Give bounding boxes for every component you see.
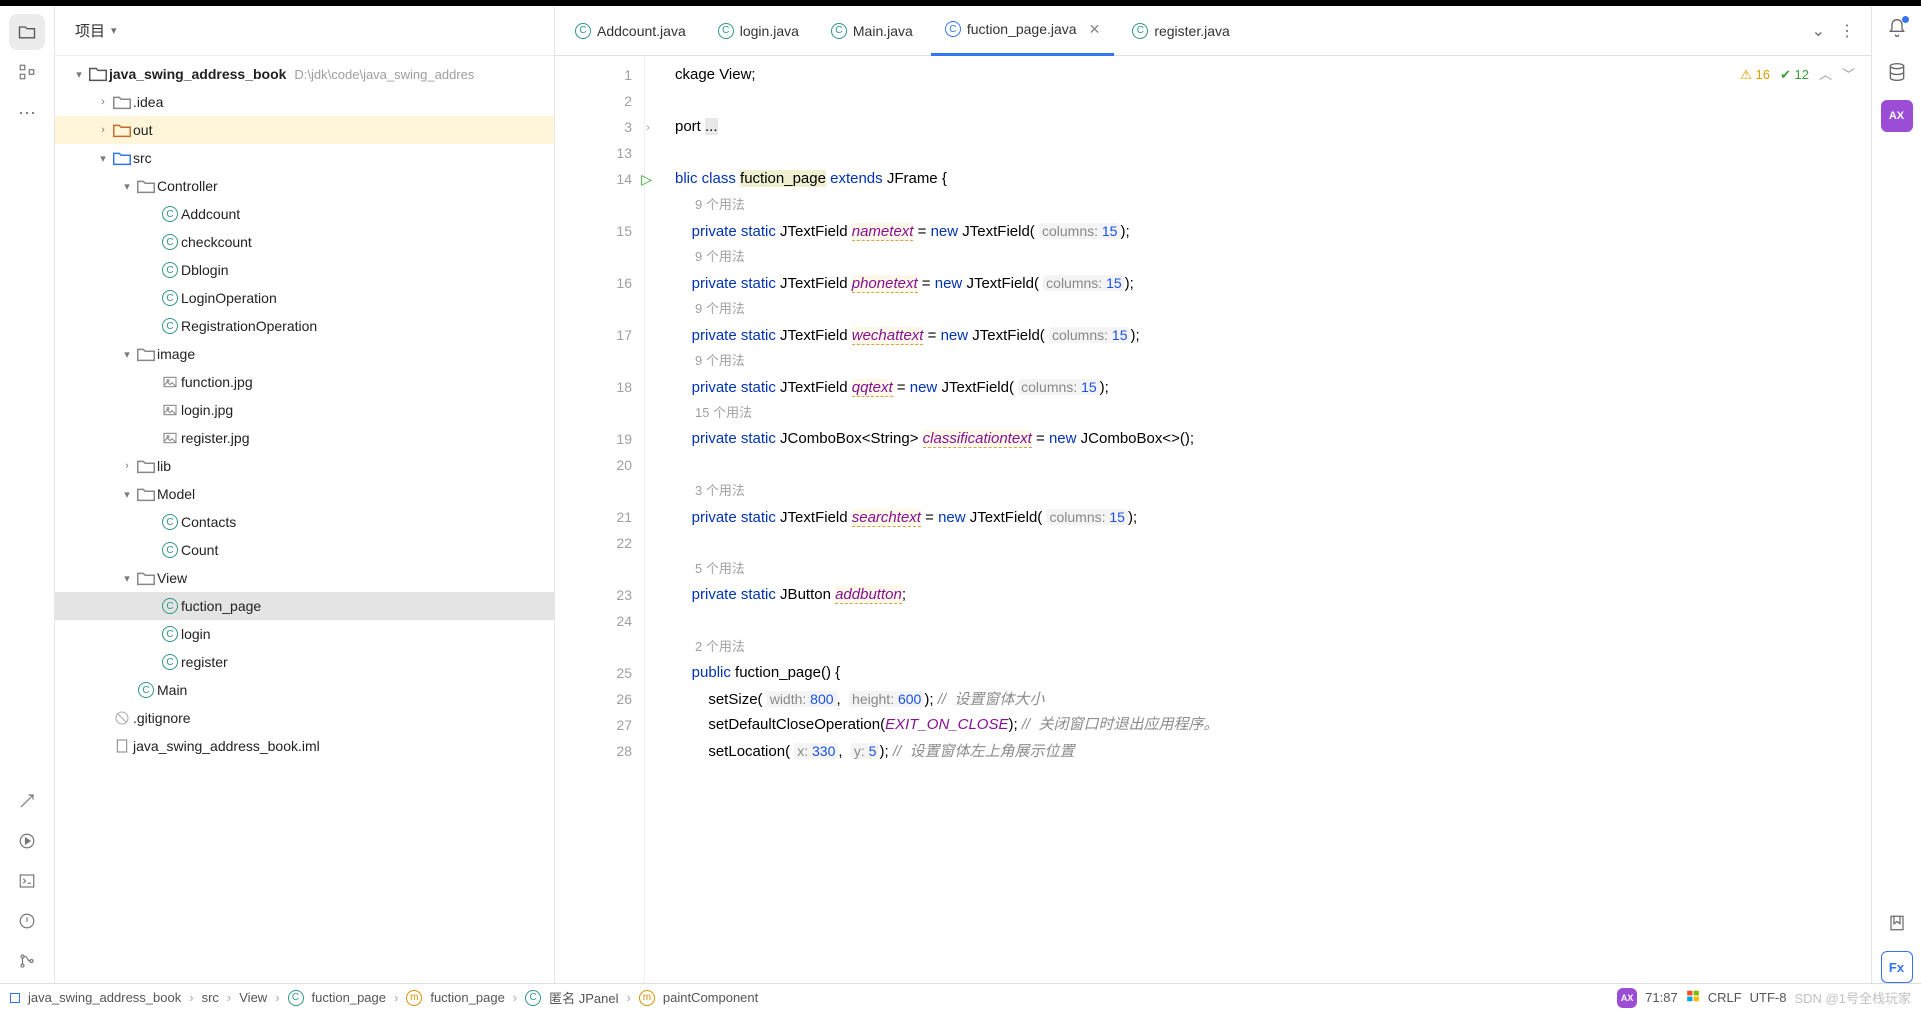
tree-folder-out: ›out [55,116,554,144]
tab-fuction-page[interactable]: Cfuction_page.java✕ [931,6,1115,56]
terminal-tool-button[interactable] [9,863,45,899]
windows-icon[interactable] [1686,989,1700,1006]
editor-gutter[interactable]: 1 2 ›3 13 ▷14 15 16 17 18 19 20 21 22 [555,56,645,983]
tab-main[interactable]: CMain.java [817,6,927,56]
tree-file: login.jpg [55,396,554,424]
editor-code[interactable]: ⚠ 16 ✔ 12 ︿﹀ ckage View; port ... blic c… [645,56,1871,983]
breadcrumb[interactable]: View [239,990,267,1005]
line-separator[interactable]: CRLF [1708,990,1742,1005]
breadcrumb[interactable]: paintComponent [663,990,758,1005]
inspections-widget[interactable]: ⚠ 16 ✔ 12 ︿﹀ [1740,62,1855,88]
project-tool-button[interactable] [9,14,45,50]
encoding[interactable]: UTF-8 [1750,990,1787,1005]
project-panel-header[interactable]: 项目 ▾ [55,6,554,56]
database-button[interactable] [1881,56,1913,88]
tree-file-selected: Cfuction_page [55,592,554,620]
ai-assistant-button[interactable]: AX [1881,100,1913,132]
watermark: SDN @1号全栈玩家 [1795,988,1912,1007]
tree-file: Ccheckcount [55,228,554,256]
more-icon[interactable]: ⋮ [1839,21,1855,41]
chevron-down-icon[interactable]: ⌄ [1812,21,1825,41]
notifications-button[interactable] [1881,12,1913,44]
editor-tabs: CAddcount.java Clogin.java CMain.java Cf… [555,6,1871,56]
project-panel-title: 项目 [75,20,105,41]
breadcrumb[interactable]: fuction_page [430,990,504,1005]
breadcrumb[interactable]: src [202,990,219,1005]
tree-file: CAddcount [55,200,554,228]
tree-file: .gitignore [55,704,554,732]
tree-file: CDblogin [55,256,554,284]
tab-login[interactable]: Clogin.java [704,6,813,56]
tree-file: Clogin [55,620,554,648]
caret-position[interactable]: 71:87 [1645,990,1678,1005]
tree-file: Cregister [55,648,554,676]
tree-root: java_swing_address_book [109,66,286,82]
structure-tool-button[interactable] [9,54,45,90]
close-icon[interactable]: ✕ [1089,21,1101,38]
status-bar: java_swing_address_book› src› View› Cfuc… [0,983,1921,1011]
bookmarks-button[interactable] [1881,907,1913,939]
build-tool-button[interactable] [9,783,45,819]
tree-file: CMain [55,676,554,704]
more-tool-button[interactable]: ··· [9,94,45,130]
tree-file: function.jpg [55,368,554,396]
breadcrumb[interactable]: java_swing_address_book [28,990,181,1005]
project-panel: 项目 ▾ ▾java_swing_address_bookD:\jdk\code… [55,6,555,983]
editor-area: CAddcount.java Clogin.java CMain.java Cf… [555,6,1871,983]
vcs-tool-button[interactable] [9,943,45,979]
module-icon [10,993,20,1003]
breadcrumb[interactable]: fuction_page [312,990,386,1005]
chevron-down-icon: ▾ [111,24,117,37]
tree-file: CRegistrationOperation [55,312,554,340]
tool-rail-right: AX Fx [1871,6,1921,983]
fx-button[interactable]: Fx [1881,951,1913,983]
ai-status-icon[interactable]: AX [1617,988,1637,1008]
tree-file: CContacts [55,508,554,536]
problems-tool-button[interactable] [9,903,45,939]
tree-file: CCount [55,536,554,564]
tab-register[interactable]: Cregister.java [1118,6,1243,56]
tree-file: java_swing_address_book.iml [55,732,554,760]
tree-file: register.jpg [55,424,554,452]
tool-rail-left: ··· [0,6,55,983]
breadcrumb[interactable]: 匿名 JPanel [549,988,618,1007]
run-tool-button[interactable] [9,823,45,859]
tree-file: CLoginOperation [55,284,554,312]
tab-addcount[interactable]: CAddcount.java [561,6,700,56]
project-tree[interactable]: ▾java_swing_address_bookD:\jdk\code\java… [55,56,554,983]
